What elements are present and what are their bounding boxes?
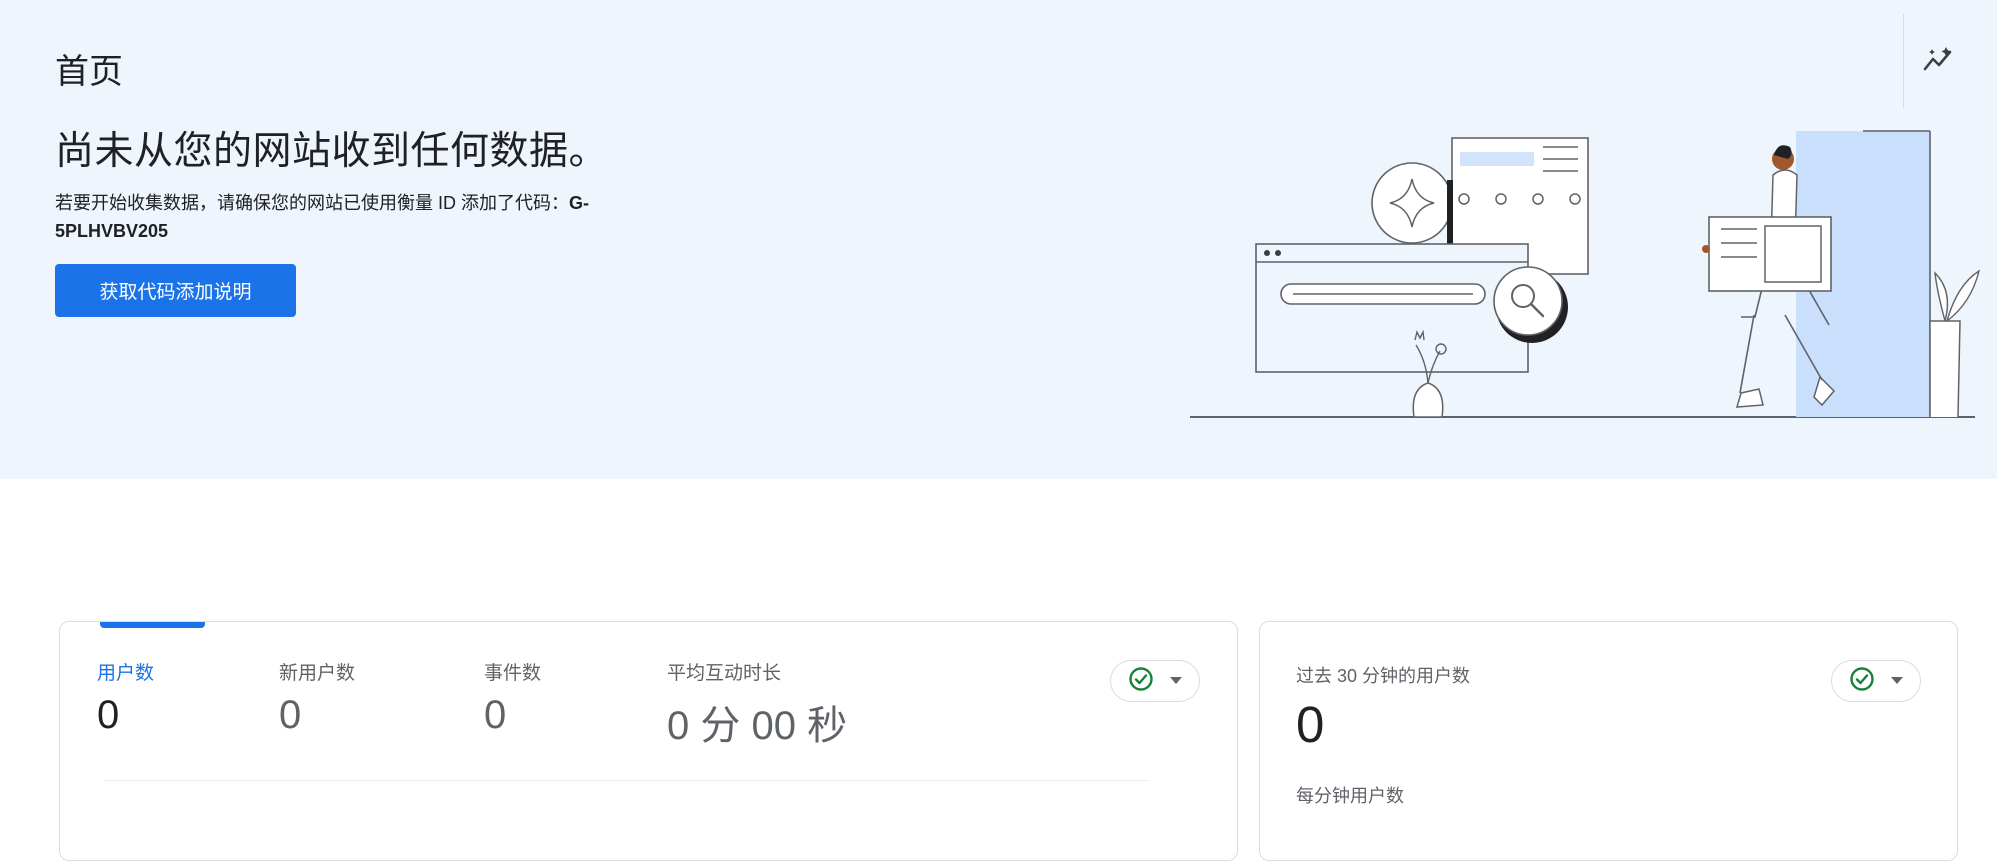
metric-value: 0 — [97, 693, 120, 737]
metric-value: 0 分 00 秒 — [667, 704, 848, 748]
check-circle-icon — [1849, 666, 1875, 697]
setup-instruction: 若要开始收集数据，请确保您的网站已使用衡量 ID 添加了代码：G-5PLHVBV… — [55, 189, 655, 245]
metric-tab-new-users[interactable]: 新用户数 0 — [279, 658, 355, 738]
active-tab-indicator — [100, 622, 205, 628]
insights-button[interactable] — [1918, 40, 1960, 82]
metric-value: 0 — [279, 693, 302, 737]
realtime-title: 过去 30 分钟的用户数 — [1296, 666, 1471, 686]
insights-icon — [1922, 44, 1956, 79]
chart-area-divider — [104, 780, 1149, 781]
toolbar-divider — [1903, 14, 1904, 108]
caret-down-icon — [1891, 672, 1903, 690]
realtime-subtitle: 每分钟用户数 — [1296, 786, 1404, 806]
realtime-value: 0 — [1296, 696, 1325, 753]
no-data-headline: 尚未从您的网站收到任何数据。 — [55, 130, 609, 173]
metric-value: 0 — [484, 693, 507, 737]
realtime-quality-chip[interactable] — [1831, 660, 1921, 702]
metric-label: 新用户数 — [279, 663, 356, 684]
website-setup-illustration — [1190, 130, 1981, 418]
get-tag-instructions-button[interactable]: 获取代码添加说明 — [55, 264, 296, 317]
metric-label: 事件数 — [484, 663, 542, 684]
check-circle-icon — [1128, 666, 1154, 697]
overview-card: 用户数 0 新用户数 0 事件数 0 平均互动时长 0 分 00 秒 — [59, 621, 1238, 861]
metric-tab-users[interactable]: 用户数 0 — [97, 658, 154, 738]
metric-label: 平均互动时长 — [667, 663, 782, 684]
hero-banner: 首页 尚未从您的网站收到任何数据。 若要开始收集数据，请确保您的网站已使用衡量 … — [0, 0, 1997, 479]
metric-label: 用户数 — [97, 663, 155, 684]
page-title: 首页 — [55, 53, 123, 91]
metric-tab-events[interactable]: 事件数 0 — [484, 658, 541, 738]
realtime-card: 过去 30 分钟的用户数 0 每分钟用户数 — [1259, 621, 1958, 861]
metric-tab-avg-engagement[interactable]: 平均互动时长 0 分 00 秒 — [667, 658, 847, 751]
data-quality-chip[interactable] — [1110, 660, 1200, 702]
instruction-text: 若要开始收集数据，请确保您的网站已使用衡量 ID 添加了代码： — [55, 193, 569, 213]
caret-down-icon — [1170, 672, 1182, 690]
